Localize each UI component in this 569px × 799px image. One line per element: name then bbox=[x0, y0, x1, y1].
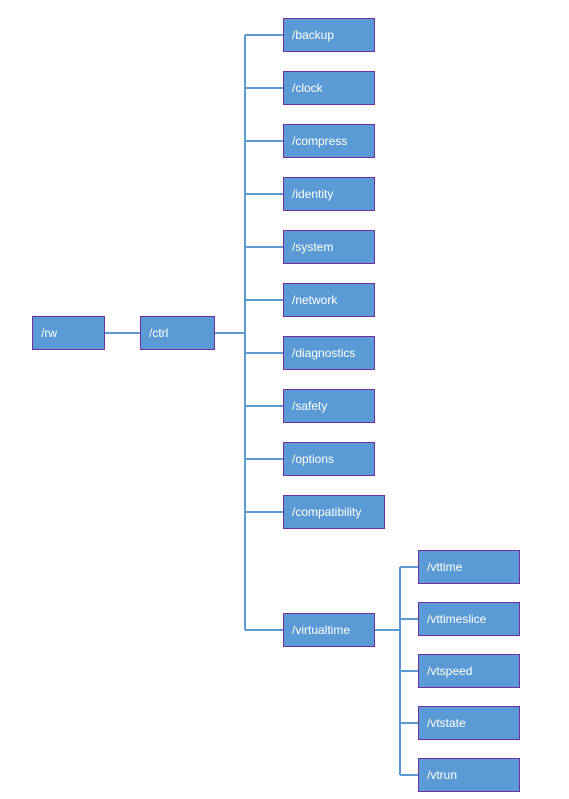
node-safety: /safety bbox=[283, 389, 375, 423]
node-backup: /backup bbox=[283, 18, 375, 52]
node-vtstate: /vtstate bbox=[418, 706, 520, 740]
node-identity: /identity bbox=[283, 177, 375, 211]
node-compress: /compress bbox=[283, 124, 375, 158]
node-vttime: /vttime bbox=[418, 550, 520, 584]
node-clock: /clock bbox=[283, 71, 375, 105]
node-rw: /rw bbox=[32, 316, 105, 350]
node-vtspeed: /vtspeed bbox=[418, 654, 520, 688]
node-vttimeslice: /vttimeslice bbox=[418, 602, 520, 636]
node-options: /options bbox=[283, 442, 375, 476]
node-network: /network bbox=[283, 283, 375, 317]
node-ctrl: /ctrl bbox=[140, 316, 215, 350]
node-vtrun: /vtrun bbox=[418, 758, 520, 792]
node-virtualtime: /virtualtime bbox=[283, 613, 375, 647]
node-diagnostics: /diagnostics bbox=[283, 336, 375, 370]
node-compatibility: /compatibility bbox=[283, 495, 385, 529]
tree-diagram: /rw /ctrl /backup /clock /compress /iden… bbox=[0, 0, 569, 799]
node-system: /system bbox=[283, 230, 375, 264]
